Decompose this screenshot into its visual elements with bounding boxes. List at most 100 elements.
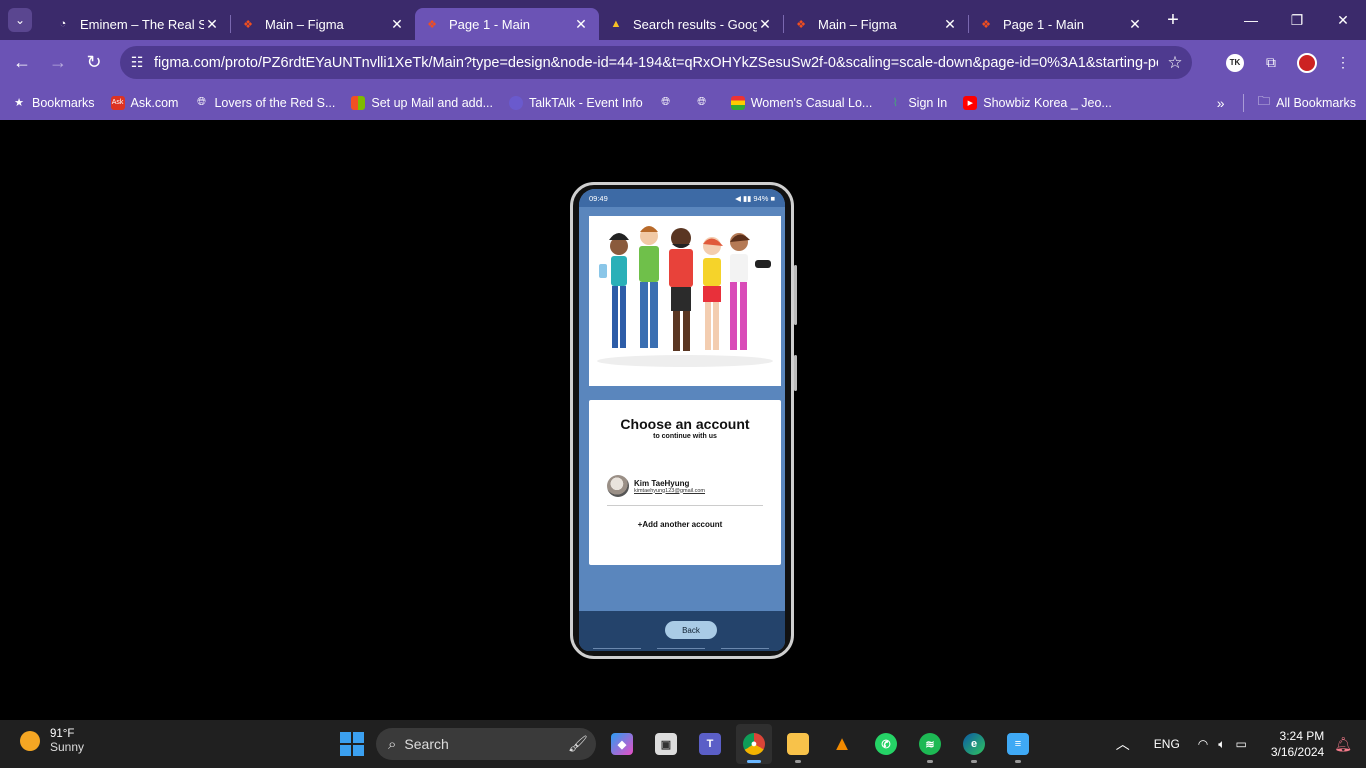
globe-icon: 🌐︎ — [697, 96, 707, 108]
arrow-right-icon: → — [49, 52, 67, 72]
menu-button[interactable]: ⋮ — [1328, 48, 1358, 78]
bookmark-item[interactable]: 🌐︎ — [695, 96, 715, 110]
back-button[interactable]: Back — [665, 621, 717, 639]
clock-date: 3/16/2024 — [1270, 745, 1325, 759]
close-icon[interactable]: ✕ — [204, 16, 220, 32]
tab-3[interactable]: ▲ Search results - Goog ✕ — [599, 8, 783, 40]
chrome-app[interactable]: ● — [736, 724, 772, 764]
bookmark-item[interactable]: 🌐︎ — [659, 96, 679, 110]
shop-icon — [730, 95, 745, 110]
search-icon: ⌕ — [388, 735, 397, 753]
weather-widget[interactable]: 91°F Sunny — [20, 728, 84, 754]
notepad-app[interactable]: ≡ — [1000, 724, 1036, 764]
site-info-icon[interactable]: ☷ — [120, 54, 154, 71]
search-label: Search — [404, 736, 449, 752]
bookmark-item[interactable]: ★ Bookmarks — [12, 95, 95, 110]
bookmark-item[interactable]: Set up Mail and add... — [351, 95, 493, 110]
tab-0[interactable]: ◔ Eminem – The Real Sl ✕ — [46, 8, 230, 40]
talktalk-icon — [508, 95, 523, 110]
close-icon[interactable]: ✕ — [389, 16, 405, 32]
spotify-app[interactable]: ≋ — [912, 724, 948, 764]
bookmark-item[interactable]: Ask Ask.com — [110, 95, 178, 110]
new-tab-button[interactable]: + — [1159, 6, 1187, 34]
tab-search-button[interactable]: ⌄ — [8, 8, 32, 32]
edge-app[interactable]: e — [956, 724, 992, 764]
windows-logo-icon — [340, 732, 351, 743]
tab-title: Eminem – The Real Sl — [80, 16, 204, 32]
account-name: Kim TaeHyung — [634, 478, 690, 488]
profile-button[interactable] — [1292, 48, 1322, 78]
folder-icon: 🗀︎ — [1257, 94, 1271, 108]
notification-bell-icon[interactable]: 🔔︎ — [1334, 736, 1352, 753]
account-avatar — [607, 475, 629, 497]
minimize-button[interactable]: — — [1228, 0, 1274, 40]
bookmark-label: Lovers of the Red S... — [214, 95, 336, 110]
forward-button[interactable]: → — [40, 45, 76, 81]
running-indicator — [747, 760, 761, 763]
ask-icon: Ask — [110, 95, 125, 110]
tab-5[interactable]: ❖ Page 1 - Main ✕ — [969, 8, 1153, 40]
teams-app[interactable]: T — [692, 724, 728, 764]
all-bookmarks-link[interactable]: All Bookmarks — [1276, 96, 1356, 110]
start-button[interactable] — [340, 732, 364, 756]
windows-logo-icon — [353, 745, 364, 756]
battery-percent: 94% — [753, 193, 769, 203]
close-icon[interactable]: ✕ — [1127, 16, 1143, 32]
address-bar[interactable]: ☷ figma.com/proto/PZ6rdtEYaUNTnvlli1XeTk… — [120, 46, 1192, 79]
chevron-up-icon[interactable]: ︿ — [1116, 734, 1130, 754]
back-button[interactable]: ← — [4, 45, 40, 81]
restore-button[interactable]: ❐ — [1274, 0, 1320, 40]
globe-icon: 🌐︎ — [197, 96, 206, 108]
close-window-button[interactable]: ✕ — [1320, 0, 1366, 40]
bookmark-item[interactable]: TalkTAlk - Event Info — [508, 95, 643, 110]
chevron-double-right-icon[interactable]: » — [1217, 95, 1225, 111]
vlc-app[interactable]: ▲ — [824, 724, 860, 764]
copilot-app[interactable]: ◆ — [604, 724, 640, 764]
clock[interactable]: 3:24 PM 3/16/2024 — [1271, 728, 1324, 760]
bookmark-item[interactable]: Women's Casual Lo... — [730, 95, 872, 110]
tiktok-extension-button[interactable]: TK — [1220, 48, 1250, 78]
genius-icon: ◔ — [59, 18, 67, 30]
tab-2-active[interactable]: ❖ Page 1 - Main ✕ — [415, 8, 599, 40]
tab-1[interactable]: ❖ Main – Figma ✕ — [231, 8, 415, 40]
extensions-button[interactable]: ⧉ — [1256, 48, 1286, 78]
account-row[interactable]: Kim TaeHyung kimtaehyung123@gmail.com — [607, 473, 767, 499]
bookmark-item[interactable]: ⌇ Sign In — [888, 96, 948, 110]
bookmark-star-icon[interactable]: ☆ — [1158, 53, 1192, 73]
battery-icon[interactable]: ▭ — [1235, 737, 1246, 751]
search-highlight-icon: 🖌︎ — [567, 736, 588, 753]
reload-button[interactable]: ↻ — [76, 45, 112, 81]
system-tray: ︿ ENG ◠ 🔈︎ ▭ 3:24 PM 3/16/2024 🔔︎ — [1116, 720, 1352, 768]
volume-icon[interactable]: 🔈︎ — [1218, 737, 1225, 752]
taskbar-search[interactable]: ⌕ Search 🖌︎ — [376, 728, 596, 760]
phone-screen: 09:49 ◀︎ ▮▮ 94% ■ Choose an account to c… — [579, 189, 785, 651]
tk-extension-icon: TK — [1226, 53, 1244, 72]
edge-icon: e — [963, 733, 985, 755]
card-subtitle: to continue with us — [653, 433, 717, 440]
language-indicator[interactable]: ENG — [1154, 737, 1180, 751]
bookmark-item[interactable]: ▶ Showbiz Korea _ Jeo... — [963, 95, 1112, 110]
whatsapp-app[interactable]: ✆ — [868, 724, 904, 764]
teams-icon: T — [699, 733, 721, 755]
add-account-link[interactable]: +Add another account — [589, 520, 771, 529]
task-view-app[interactable]: ▣ — [648, 724, 684, 764]
account-divider — [607, 505, 763, 506]
running-indicator — [927, 760, 933, 763]
file-explorer-app[interactable] — [780, 724, 816, 764]
wifi-icon[interactable]: ◠ — [1198, 737, 1208, 751]
close-icon[interactable]: ✕ — [573, 16, 589, 32]
status-bar: 09:49 ◀︎ ▮▮ 94% ■ — [579, 189, 785, 207]
globe-icon: 🌐︎ — [661, 96, 671, 108]
bookmark-item[interactable]: 🌐︎ Lovers of the Red S... — [194, 96, 335, 110]
restore-icon: ❐ — [1290, 11, 1304, 28]
notepad-icon: ≡ — [1007, 733, 1029, 755]
close-icon[interactable]: ✕ — [757, 16, 773, 32]
url-text[interactable]: figma.com/proto/PZ6rdtEYaUNTnvlli1XeTk/M… — [154, 55, 1158, 71]
nav-hint-line — [593, 648, 641, 649]
bookmark-label: Bookmarks — [32, 95, 95, 110]
figma-icon: ❖ — [427, 18, 437, 31]
close-icon[interactable]: ✕ — [942, 16, 958, 32]
tab-4[interactable]: ❖ Main – Figma ✕ — [784, 8, 968, 40]
phone-side-button — [794, 265, 797, 325]
puzzle-icon: ⧉ — [1266, 54, 1276, 70]
